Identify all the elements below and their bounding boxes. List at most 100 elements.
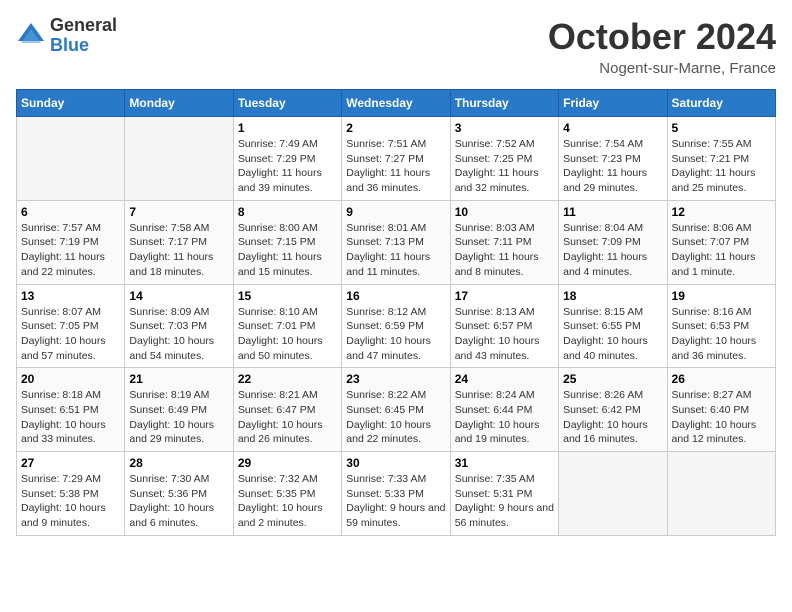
cell-details: Sunrise: 8:00 AMSunset: 7:15 PMDaylight:… <box>238 221 337 280</box>
cell-details: Sunrise: 7:49 AMSunset: 7:29 PMDaylight:… <box>238 137 337 196</box>
calendar-header: Sunday Monday Tuesday Wednesday Thursday… <box>17 90 776 117</box>
calendar-table: Sunday Monday Tuesday Wednesday Thursday… <box>16 89 776 536</box>
calendar-cell: 5Sunrise: 7:55 AMSunset: 7:21 PMDaylight… <box>667 117 775 201</box>
day-number: 8 <box>238 205 337 219</box>
cell-details: Sunrise: 8:27 AMSunset: 6:40 PMDaylight:… <box>672 388 771 447</box>
day-number: 25 <box>563 372 662 386</box>
calendar-cell: 11 Sunrise: 8:04 AMSunset: 7:09 PMDayligh… <box>559 200 667 284</box>
day-number: 10 <box>455 205 554 219</box>
calendar-cell: 14 Sunrise: 8:09 AMSunset: 7:03 PMDayligh… <box>125 284 233 368</box>
cell-details: Sunrise: 7:57 AMSunset: 7:19 PMDaylight:… <box>21 221 120 280</box>
cell-details: Sunrise: 8:03 AMSunset: 7:11 PMDaylight:… <box>455 221 554 280</box>
month-title: October 2024 <box>548 16 776 58</box>
calendar-cell <box>667 452 775 536</box>
cell-details: Sunrise: 7:58 AMSunset: 7:17 PMDaylight:… <box>129 221 228 280</box>
title-area: October 2024 Nogent-sur-Marne, France <box>548 16 776 77</box>
col-wednesday: Wednesday <box>342 90 450 117</box>
cell-details: Sunrise: 8:15 AMSunset: 6:55 PMDaylight:… <box>563 305 662 364</box>
logo: General Blue <box>16 16 117 56</box>
calendar-cell: 4Sunrise: 7:54 AMSunset: 7:23 PMDaylight… <box>559 117 667 201</box>
col-tuesday: Tuesday <box>233 90 341 117</box>
day-number: 5 <box>672 121 771 135</box>
location-text: Nogent-sur-Marne, France <box>548 60 776 77</box>
calendar-cell: 21 Sunrise: 8:19 AMSunset: 6:49 PMDayligh… <box>125 368 233 452</box>
header-row: Sunday Monday Tuesday Wednesday Thursday… <box>17 90 776 117</box>
cell-details: Sunrise: 8:19 AMSunset: 6:49 PMDaylight:… <box>129 388 228 447</box>
calendar-cell: 30 Sunrise: 7:33 AMSunset: 5:33 PMDayligh… <box>342 452 450 536</box>
cell-details: Sunrise: 8:18 AMSunset: 6:51 PMDaylight:… <box>21 388 120 447</box>
calendar-cell: 26 Sunrise: 8:27 AMSunset: 6:40 PMDayligh… <box>667 368 775 452</box>
calendar-cell: 1 Sunrise: 7:49 AMSunset: 7:29 PMDaylight… <box>233 117 341 201</box>
cell-details: Sunrise: 8:26 AMSunset: 6:42 PMDaylight:… <box>563 388 662 447</box>
day-number: 26 <box>672 372 771 386</box>
calendar-cell <box>559 452 667 536</box>
day-number: 30 <box>346 456 445 470</box>
calendar-cell: 12 Sunrise: 8:06 AMSunset: 7:07 PMDayligh… <box>667 200 775 284</box>
day-number: 9 <box>346 205 445 219</box>
calendar-cell: 25 Sunrise: 8:26 AMSunset: 6:42 PMDayligh… <box>559 368 667 452</box>
cell-details: Sunrise: 8:01 AMSunset: 7:13 PMDaylight:… <box>346 221 445 280</box>
day-number: 17 <box>455 289 554 303</box>
cell-details: Sunrise: 7:33 AMSunset: 5:33 PMDaylight:… <box>346 472 445 531</box>
cell-details: Sunrise: 8:22 AMSunset: 6:45 PMDaylight:… <box>346 388 445 447</box>
calendar-week-2: 13 Sunrise: 8:07 AMSunset: 7:05 PMDayligh… <box>17 284 776 368</box>
logo-icon <box>16 21 46 51</box>
calendar-cell: 7 Sunrise: 7:58 AMSunset: 7:17 PMDaylight… <box>125 200 233 284</box>
calendar-cell: 8 Sunrise: 8:00 AMSunset: 7:15 PMDaylight… <box>233 200 341 284</box>
day-number: 2 <box>346 121 445 135</box>
cell-details: Sunrise: 8:06 AMSunset: 7:07 PMDaylight:… <box>672 221 771 280</box>
calendar-cell: 17Sunrise: 8:13 AMSunset: 6:57 PMDayligh… <box>450 284 558 368</box>
cell-details: Sunrise: 7:35 AMSunset: 5:31 PMDaylight:… <box>455 472 554 531</box>
cell-details: Sunrise: 7:54 AMSunset: 7:23 PMDaylight:… <box>563 137 662 196</box>
day-number: 19 <box>672 289 771 303</box>
day-number: 7 <box>129 205 228 219</box>
calendar-cell: 9 Sunrise: 8:01 AMSunset: 7:13 PMDaylight… <box>342 200 450 284</box>
col-saturday: Saturday <box>667 90 775 117</box>
day-number: 29 <box>238 456 337 470</box>
calendar-body: 1 Sunrise: 7:49 AMSunset: 7:29 PMDaylight… <box>17 117 776 536</box>
day-number: 18 <box>563 289 662 303</box>
day-number: 6 <box>21 205 120 219</box>
calendar-week-0: 1 Sunrise: 7:49 AMSunset: 7:29 PMDaylight… <box>17 117 776 201</box>
cell-details: Sunrise: 7:52 AMSunset: 7:25 PMDaylight:… <box>455 137 554 196</box>
calendar-cell: 10 Sunrise: 8:03 AMSunset: 7:11 PMDayligh… <box>450 200 558 284</box>
day-number: 15 <box>238 289 337 303</box>
cell-details: Sunrise: 8:09 AMSunset: 7:03 PMDaylight:… <box>129 305 228 364</box>
logo-text: General Blue <box>50 16 117 56</box>
calendar-cell <box>125 117 233 201</box>
day-number: 28 <box>129 456 228 470</box>
cell-details: Sunrise: 7:29 AMSunset: 5:38 PMDaylight:… <box>21 472 120 531</box>
calendar-cell: 13 Sunrise: 8:07 AMSunset: 7:05 PMDayligh… <box>17 284 125 368</box>
day-number: 23 <box>346 372 445 386</box>
calendar-cell: 24Sunrise: 8:24 AMSunset: 6:44 PMDayligh… <box>450 368 558 452</box>
day-number: 22 <box>238 372 337 386</box>
day-number: 16 <box>346 289 445 303</box>
cell-details: Sunrise: 8:07 AMSunset: 7:05 PMDaylight:… <box>21 305 120 364</box>
day-number: 1 <box>238 121 337 135</box>
day-number: 31 <box>455 456 554 470</box>
calendar-week-1: 6 Sunrise: 7:57 AMSunset: 7:19 PMDaylight… <box>17 200 776 284</box>
cell-details: Sunrise: 8:21 AMSunset: 6:47 PMDaylight:… <box>238 388 337 447</box>
calendar-week-3: 20Sunrise: 8:18 AMSunset: 6:51 PMDayligh… <box>17 368 776 452</box>
cell-details: Sunrise: 7:32 AMSunset: 5:35 PMDaylight:… <box>238 472 337 531</box>
day-number: 21 <box>129 372 228 386</box>
day-number: 12 <box>672 205 771 219</box>
calendar-week-4: 27Sunrise: 7:29 AMSunset: 5:38 PMDayligh… <box>17 452 776 536</box>
cell-details: Sunrise: 8:10 AMSunset: 7:01 PMDaylight:… <box>238 305 337 364</box>
calendar-cell: 31 Sunrise: 7:35 AMSunset: 5:31 PMDayligh… <box>450 452 558 536</box>
col-thursday: Thursday <box>450 90 558 117</box>
calendar-cell: 19Sunrise: 8:16 AMSunset: 6:53 PMDayligh… <box>667 284 775 368</box>
cell-details: Sunrise: 8:12 AMSunset: 6:59 PMDaylight:… <box>346 305 445 364</box>
calendar-cell: 2 Sunrise: 7:51 AMSunset: 7:27 PMDaylight… <box>342 117 450 201</box>
day-number: 11 <box>563 205 662 219</box>
day-number: 24 <box>455 372 554 386</box>
cell-details: Sunrise: 8:04 AMSunset: 7:09 PMDaylight:… <box>563 221 662 280</box>
day-number: 14 <box>129 289 228 303</box>
calendar-cell: 23 Sunrise: 8:22 AMSunset: 6:45 PMDayligh… <box>342 368 450 452</box>
calendar-cell: 29 Sunrise: 7:32 AMSunset: 5:35 PMDayligh… <box>233 452 341 536</box>
col-sunday: Sunday <box>17 90 125 117</box>
logo-general-text: General <box>50 16 117 36</box>
calendar-cell: 3Sunrise: 7:52 AMSunset: 7:25 PMDaylight… <box>450 117 558 201</box>
day-number: 13 <box>21 289 120 303</box>
cell-details: Sunrise: 7:51 AMSunset: 7:27 PMDaylight:… <box>346 137 445 196</box>
